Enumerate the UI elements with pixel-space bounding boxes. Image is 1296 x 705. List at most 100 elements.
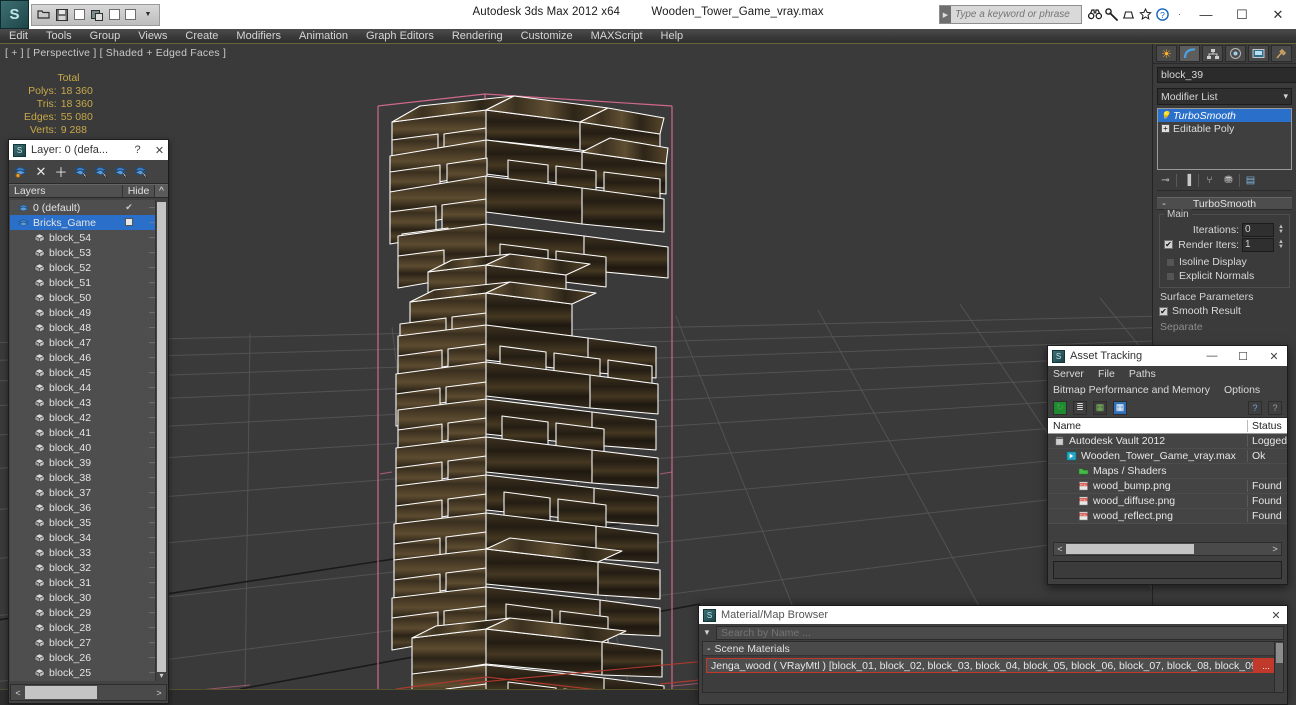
viewport-label[interactable]: [ + ] [ Perspective ] [ Shaded + Edged F…: [5, 47, 226, 59]
layer-object-row[interactable]: block_45——: [10, 365, 167, 380]
layer-object-row[interactable]: block_42——: [10, 410, 167, 425]
layer-object-row[interactable]: block_38——: [10, 470, 167, 485]
material-search-input[interactable]: [716, 625, 1284, 640]
asset-minimize-button[interactable]: —: [1199, 350, 1225, 362]
asset-table-row[interactable]: PNG wood_reflect.png Found: [1048, 509, 1287, 524]
asset-table-body[interactable]: Autodesk Vault 2012 Logged Wooden_Tower_Ga…: [1048, 434, 1287, 524]
render-iters-spinner[interactable]: 1: [1242, 237, 1274, 252]
delete-layer-icon[interactable]: ✕: [33, 164, 49, 180]
layer-row[interactable]: 0 (default)✔——: [10, 200, 167, 215]
layer-object-row[interactable]: block_31——: [10, 575, 167, 590]
make-unique-icon[interactable]: ⑂: [1201, 173, 1218, 188]
layer-hscroll-thumb[interactable]: [25, 686, 97, 699]
remove-modifier-icon[interactable]: ⛃: [1220, 173, 1237, 188]
menu-item-edit[interactable]: Edit: [0, 29, 37, 44]
asset-maximize-button[interactable]: ☐: [1230, 350, 1256, 363]
iterations-spinner[interactable]: 0: [1242, 222, 1274, 237]
asset-horizontal-scrollbar[interactable]: < >: [1053, 542, 1282, 556]
help-icon[interactable]: ?: [1154, 6, 1171, 23]
menu-item-maxscript[interactable]: MAXScript: [582, 29, 652, 44]
modify-tab[interactable]: [1179, 45, 1200, 62]
menu-item-graph-editors[interactable]: Graph Editors: [357, 29, 443, 44]
isoline-display-checkbox[interactable]: ✔: [1166, 257, 1175, 267]
modifier-list-dropdown[interactable]: Modifier List ▾: [1157, 88, 1292, 105]
asset-tracking-titlebar[interactable]: S Asset Tracking — ☐ ✕: [1048, 346, 1287, 366]
material-scroll-thumb[interactable]: [1276, 643, 1283, 663]
asset-menu-server[interactable]: Server: [1053, 368, 1084, 380]
explicit-normals-row[interactable]: ✔ Explicit Normals: [1164, 269, 1285, 283]
material-browser-titlebar[interactable]: S Material/Map Browser ✕: [699, 606, 1287, 624]
layer-dialog-close-button[interactable]: ✕: [151, 144, 168, 157]
layer-dialog-help-button[interactable]: ?: [129, 144, 146, 156]
layer-object-row[interactable]: block_30——: [10, 590, 167, 605]
asset-hscroll-track[interactable]: [1066, 544, 1269, 554]
layer-object-row[interactable]: block_34——: [10, 530, 167, 545]
layer-scroll-down-arrow[interactable]: ▾: [156, 669, 167, 681]
check-out-icon[interactable]: ?: [1268, 400, 1282, 415]
rollout-collapse-icon[interactable]: -: [1157, 198, 1171, 210]
layer-object-row[interactable]: block_53——: [10, 245, 167, 260]
layer-object-row[interactable]: block_54——: [10, 230, 167, 245]
object-name-field[interactable]: [1157, 67, 1296, 83]
asset-menu-file[interactable]: File: [1098, 368, 1115, 380]
layer-object-row[interactable]: block_29——: [10, 605, 167, 620]
layer-scroll-up-arrow[interactable]: ^: [154, 185, 168, 197]
menu-item-create[interactable]: Create: [176, 29, 227, 44]
layer-object-row[interactable]: block_50——: [10, 290, 167, 305]
menu-item-group[interactable]: Group: [81, 29, 130, 44]
close-button[interactable]: ✕: [1260, 0, 1296, 29]
pin-stack-icon[interactable]: ⊸: [1157, 173, 1174, 188]
layer-object-row[interactable]: block_40——: [10, 440, 167, 455]
asset-menu-paths[interactable]: Paths: [1129, 368, 1156, 380]
menu-item-views[interactable]: Views: [129, 29, 176, 44]
tree-view-icon[interactable]: ▦: [1093, 400, 1107, 415]
layer-row[interactable]: Bricks_Game——: [10, 215, 167, 230]
asset-hscroll-left-arrow[interactable]: <: [1054, 544, 1066, 554]
scene-materials-group-header[interactable]: - Scene Materials: [703, 642, 1283, 656]
configure-modifier-sets-icon[interactable]: ▤: [1242, 173, 1259, 188]
layer-object-row[interactable]: block_44——: [10, 380, 167, 395]
menu-item-rendering[interactable]: Rendering: [443, 29, 512, 44]
search-input[interactable]: [951, 6, 1081, 23]
layer-object-row[interactable]: block_25——: [10, 665, 167, 680]
layer-object-row[interactable]: block_47——: [10, 335, 167, 350]
wrench-icon[interactable]: [1103, 6, 1120, 23]
layer-object-row[interactable]: block_39——: [10, 455, 167, 470]
asset-hscroll-right-arrow[interactable]: >: [1269, 544, 1281, 554]
layer-hide-toggle[interactable]: ✔: [113, 202, 145, 213]
modifier-stack-item[interactable]: 💡 TurboSmooth: [1158, 109, 1291, 122]
layer-scroll-thumb[interactable]: [157, 202, 166, 672]
asset-menu-bitmap-performance-and-memory[interactable]: Bitmap Performance and Memory: [1053, 384, 1210, 396]
layer-object-row[interactable]: block_33——: [10, 545, 167, 560]
menu-item-tools[interactable]: Tools: [37, 29, 81, 44]
layer-horizontal-scrollbar[interactable]: < >: [10, 684, 167, 701]
help-dropdown-icon[interactable]: ·: [1171, 6, 1188, 23]
layer-hscroll-track[interactable]: [25, 686, 152, 699]
asset-menu-options[interactable]: Options: [1224, 384, 1260, 396]
chevron-down-icon[interactable]: ▾: [1283, 91, 1288, 102]
search-dropdown-icon[interactable]: ▶: [940, 6, 951, 23]
refresh-icon[interactable]: ↻: [1053, 400, 1067, 415]
layer-dialog-titlebar[interactable]: S Layer: 0 (defa... ? ✕: [9, 140, 168, 160]
layer-vertical-scrollbar[interactable]: ▾: [155, 200, 167, 681]
asset-table-row[interactable]: PNG wood_diffuse.png Found: [1048, 494, 1287, 509]
minimize-button[interactable]: —: [1188, 0, 1224, 29]
material-vertical-scrollbar[interactable]: [1274, 642, 1283, 692]
layer-object-row[interactable]: block_26——: [10, 650, 167, 665]
plus-box-icon[interactable]: +: [1161, 124, 1170, 133]
search-box[interactable]: ▶: [939, 5, 1082, 24]
layer-object-row[interactable]: block_48——: [10, 320, 167, 335]
layer-object-row[interactable]: block_52——: [10, 260, 167, 275]
layer-list[interactable]: 0 (default)✔——Bricks_Game——block_54——blo…: [10, 200, 167, 681]
table-view-icon[interactable]: ▦: [1113, 400, 1127, 415]
layer-object-row[interactable]: block_36——: [10, 500, 167, 515]
asset-table-row[interactable]: Autodesk Vault 2012 Logged: [1048, 434, 1287, 449]
select-objects-in-layer-icon[interactable]: [73, 164, 89, 180]
menu-item-modifiers[interactable]: Modifiers: [227, 29, 290, 44]
create-new-layer-icon[interactable]: [13, 164, 29, 180]
iterations-spinner-arrows[interactable]: ▲ ▼: [1277, 223, 1285, 237]
list-view-icon[interactable]: ≣: [1073, 400, 1087, 415]
explicit-normals-checkbox[interactable]: ✔: [1166, 271, 1175, 281]
material-search-dropdown-icon[interactable]: ▼: [702, 628, 712, 637]
utilities-tab[interactable]: [1271, 45, 1292, 62]
